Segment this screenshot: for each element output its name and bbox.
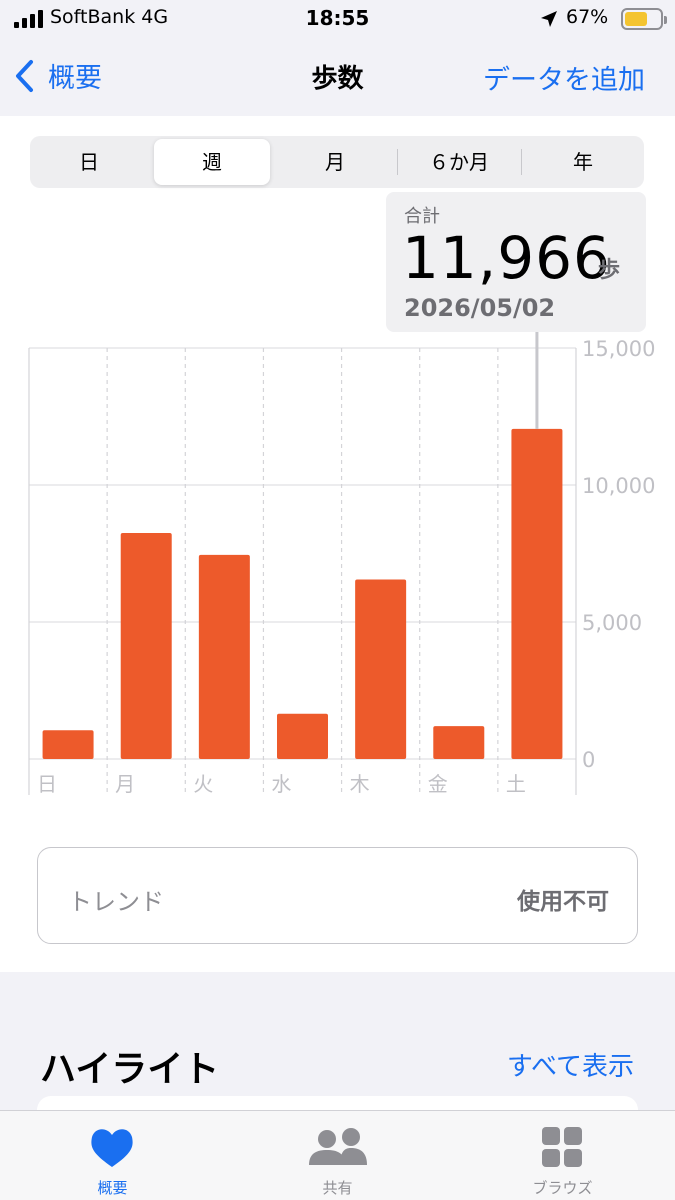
x-tick-label: 土 <box>506 772 526 796</box>
total-unit: 歩 <box>598 258 621 283</box>
highlights-heading: ハイライト <box>40 1049 220 1090</box>
tab-label: ブラウズ <box>532 1179 593 1197</box>
y-tick-label: 0 <box>582 748 595 772</box>
segment-week[interactable]: 週 <box>154 139 270 185</box>
bar-2 <box>198 554 250 759</box>
y-tick-label: 5,000 <box>582 611 642 635</box>
tab-label: 共有 <box>322 1179 353 1197</box>
tab-bar: 概要 共有 ブラウズ <box>0 1110 675 1200</box>
status-bar: SoftBank 4G 18:55 67% <box>0 0 675 38</box>
x-tick-label: 月 <box>115 772 135 796</box>
trend-status: 使用不可 <box>517 889 609 915</box>
location-arrow-icon <box>541 11 557 27</box>
segment-day[interactable]: 日 <box>30 136 148 188</box>
battery-percent: 67% <box>566 6 609 28</box>
segment-year[interactable]: 年 <box>522 136 644 188</box>
x-tick-label: 日 <box>37 772 57 796</box>
x-tick-label: 金 <box>428 772 448 796</box>
battery-icon <box>621 8 667 30</box>
people-icon <box>309 1128 367 1165</box>
trend-label: トレンド <box>68 888 164 916</box>
selected-date: 2026/05/02 <box>404 294 556 322</box>
bar-5 <box>433 726 485 759</box>
y-tick-label: 10,000 <box>582 474 655 498</box>
tab-sharing[interactable]: 共有 <box>225 1111 450 1200</box>
steps-bar-chart[interactable]: 0 5,000 10,000 15,000 日 月 火 水 木 金 土 <box>0 332 675 802</box>
trend-row[interactable]: トレンド 使用不可 <box>37 847 638 944</box>
selection-tooltip: 合計 11,966 歩 2026/05/02 <box>386 192 646 332</box>
bar-0 <box>42 730 94 759</box>
bar-6 <box>511 428 563 759</box>
heart-icon <box>91 1129 133 1167</box>
segment-6months[interactable]: ６か月 <box>398 136 520 188</box>
tab-browse[interactable]: ブラウズ <box>450 1111 675 1200</box>
tab-summary[interactable]: 概要 <box>0 1111 225 1200</box>
y-tick-label: 15,000 <box>582 337 655 361</box>
steps-card: 日 週 月 ６か月 年 合計 11,966 歩 2026/05/02 0 5,00… <box>0 116 675 972</box>
grid-icon <box>542 1127 582 1167</box>
bar-3 <box>277 713 328 759</box>
bar-4 <box>355 579 407 759</box>
x-tick-label: 水 <box>271 772 291 796</box>
add-data-button[interactable]: データを追加 <box>483 58 645 97</box>
see-all-link[interactable]: すべて表示 <box>507 1046 634 1083</box>
period-segmented-control: 日 週 月 ６か月 年 <box>30 136 644 188</box>
segment-month[interactable]: 月 <box>274 136 396 188</box>
tab-label: 概要 <box>97 1179 128 1197</box>
bar-1 <box>120 532 172 759</box>
navigation-bar: 概要 歩数 データを追加 <box>0 38 675 116</box>
total-value: 11,966 <box>402 224 611 292</box>
x-tick-label: 木 <box>350 772 370 796</box>
x-tick-label: 火 <box>193 772 213 796</box>
